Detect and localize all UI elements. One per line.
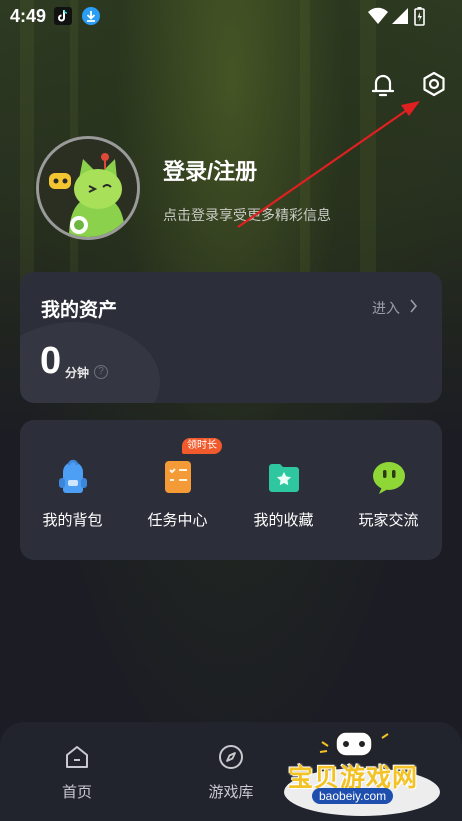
assets-card[interactable]: 我的资产 进入 0 分钟 ? xyxy=(20,272,442,403)
download-icon xyxy=(82,7,100,25)
task-list-icon xyxy=(159,458,197,496)
action-label: 我的收藏 xyxy=(253,512,314,529)
status-right-icons xyxy=(368,6,428,31)
nav-home[interactable]: 首页 xyxy=(22,722,132,821)
favorite-folder-icon xyxy=(265,458,303,496)
home-icon xyxy=(64,744,90,770)
watermark-url: baobeiy.com xyxy=(312,788,394,804)
action-label: 玩家交流 xyxy=(358,512,419,529)
avatar[interactable] xyxy=(36,136,140,240)
nav-label: 首页 xyxy=(61,784,92,801)
action-label: 我的背包 xyxy=(42,512,103,529)
action-player-chat[interactable]: 玩家交流 xyxy=(336,420,441,560)
backpack-icon xyxy=(54,458,92,496)
login-register-link[interactable]: 登录/注册 xyxy=(163,154,257,186)
wifi-icon xyxy=(368,7,388,25)
background-forest xyxy=(0,0,462,821)
tiktok-icon xyxy=(54,7,72,25)
watermark-logo: 宝贝游戏网 baobeiy.com xyxy=(282,728,442,818)
help-icon[interactable]: ? xyxy=(94,365,108,379)
bell-icon[interactable] xyxy=(368,70,398,100)
task-badge: 领时长 xyxy=(182,438,222,454)
status-time: 4:49 xyxy=(10,6,47,26)
actions-card: 我的背包 任务中心 我的收藏 玩家交流 领时长 xyxy=(20,420,442,560)
chat-bubble-icon xyxy=(370,458,408,496)
battery-charging-icon xyxy=(414,7,425,26)
assets-enter-link[interactable]: 进入 xyxy=(372,298,400,318)
action-label: 任务中心 xyxy=(147,512,208,529)
login-hint: 点击登录享受更多精彩信息 xyxy=(163,207,331,223)
assets-title: 我的资产 xyxy=(41,300,118,321)
settings-gear-icon[interactable] xyxy=(419,70,449,100)
assets-unit: 分钟 xyxy=(65,366,90,380)
assets-value: 0 xyxy=(40,340,62,382)
action-favorites[interactable]: 我的收藏 xyxy=(231,420,336,560)
status-bar: 4:49 xyxy=(0,0,462,32)
action-backpack[interactable]: 我的背包 xyxy=(20,420,125,560)
signal-icon xyxy=(392,8,408,24)
nav-game-library[interactable]: 游戏库 xyxy=(176,722,286,821)
nav-label: 游戏库 xyxy=(208,784,254,801)
chevron-right-icon[interactable] xyxy=(409,299,418,313)
compass-icon xyxy=(218,744,244,770)
